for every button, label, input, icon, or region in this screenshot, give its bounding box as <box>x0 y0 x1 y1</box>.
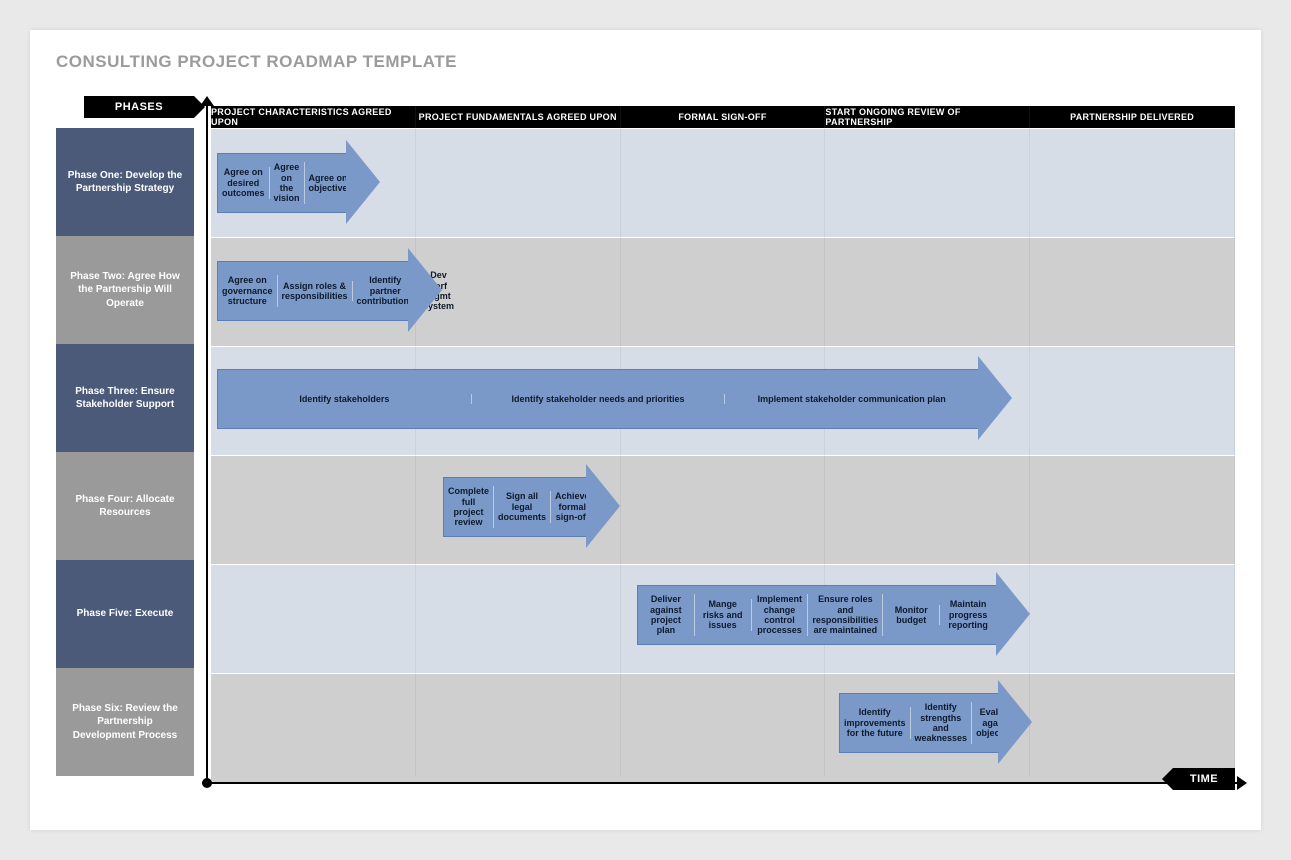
task-arrow-body-0: Agree on desired outcomesAgree on the vi… <box>217 153 346 213</box>
task-seg: Identify stakeholder needs and prioritie… <box>472 394 726 404</box>
task-seg: Assign roles & responsibilities <box>278 281 353 302</box>
phase-label-1: Phase Two: Agree How the Partnership Wil… <box>56 236 194 344</box>
phase-label-0: Phase One: Develop the Partnership Strat… <box>56 128 194 236</box>
task-seg: Implement stakeholder communication plan <box>725 394 978 404</box>
task-arrow-body-1: Agree on governance structureAssign role… <box>217 261 408 321</box>
lane-3 <box>211 455 1235 564</box>
phase-label-2: Phase Three: Ensure Stakeholder Support <box>56 344 194 452</box>
task-arrow-2: Identify stakeholdersIdentify stakeholde… <box>217 369 1012 427</box>
task-seg: Monitor budget <box>883 605 940 626</box>
milestone-header: PROJECT CHARACTERISTICS AGREED UPON PROJ… <box>211 106 1235 128</box>
arrow-head-icon <box>996 572 1030 656</box>
phase-label-3: Phase Four: Allocate Resources <box>56 452 194 560</box>
arrow-head-icon <box>346 140 380 224</box>
task-seg: Ensure roles and responsibilities are ma… <box>808 594 883 635</box>
task-arrow-1: Agree on governance structureAssign role… <box>217 261 442 319</box>
task-arrow-body-5: Identify improvements for the futureIden… <box>839 693 998 753</box>
milestone-col-1: PROJECT FUNDAMENTALS AGREED UPON <box>416 106 621 128</box>
arrow-head-icon <box>586 464 620 548</box>
task-arrow-5: Identify improvements for the futureIden… <box>839 693 1032 751</box>
arrow-head-icon <box>998 680 1032 764</box>
phase-label-5: Phase Six: Review the Partnership Develo… <box>56 668 194 776</box>
milestone-col-2: FORMAL SIGN-OFF <box>621 106 826 128</box>
task-seg: Maintain progress reporting <box>940 599 996 630</box>
milestone-col-3: START ONGOING REVIEW OF PARTNERSHIP <box>825 106 1030 128</box>
task-seg: Implement change control processes <box>752 594 809 635</box>
x-axis <box>202 782 1239 784</box>
phases-axis-label: PHASES <box>84 96 194 118</box>
task-seg: Deliver against project plan <box>638 594 695 635</box>
arrow-head-icon <box>408 248 442 332</box>
task-seg: Agree on objective <box>305 173 352 194</box>
task-arrow-body-2: Identify stakeholdersIdentify stakeholde… <box>217 369 978 429</box>
task-arrow-4: Deliver against project planMange risks … <box>637 585 1030 643</box>
axis-origin-dot <box>202 778 212 788</box>
y-axis <box>206 104 208 786</box>
swim-lanes <box>211 128 1235 782</box>
task-seg: Complete full project review <box>444 486 494 527</box>
roadmap-grid: PHASES PROJECT CHARACTERISTICS AGREED UP… <box>56 96 1235 780</box>
task-arrow-0: Agree on desired outcomesAgree on the vi… <box>217 153 380 211</box>
roadmap-sheet: CONSULTING PROJECT ROADMAP TEMPLATE PHAS… <box>30 30 1261 830</box>
task-seg: Sign all legal documents <box>494 491 551 522</box>
milestone-col-0: PROJECT CHARACTERISTICS AGREED UPON <box>211 106 416 128</box>
lane-5 <box>211 673 1235 782</box>
task-arrow-3: Complete full project reviewSign all leg… <box>443 477 620 535</box>
task-seg: Agree on the vision <box>270 162 305 203</box>
task-arrow-body-3: Complete full project reviewSign all leg… <box>443 477 586 537</box>
task-seg: Identify strengths and weaknesses <box>911 702 973 743</box>
task-seg: Identify stakeholders <box>218 394 472 404</box>
milestone-col-4: PARTNERSHIP DELIVERED <box>1030 106 1235 128</box>
task-seg: Mange risks and issues <box>695 599 752 630</box>
task-seg: Agree on desired outcomes <box>218 167 270 198</box>
task-seg: Identify improvements for the future <box>840 707 911 738</box>
phase-label-4: Phase Five: Execute <box>56 560 194 668</box>
page-title: CONSULTING PROJECT ROADMAP TEMPLATE <box>56 52 1235 72</box>
arrow-head-icon <box>978 356 1012 440</box>
time-axis-label: TIME <box>1173 768 1235 790</box>
phase-labels: Phase One: Develop the Partnership Strat… <box>56 128 194 776</box>
task-seg: Agree on governance structure <box>218 275 278 306</box>
task-arrow-body-4: Deliver against project planMange risks … <box>637 585 996 645</box>
